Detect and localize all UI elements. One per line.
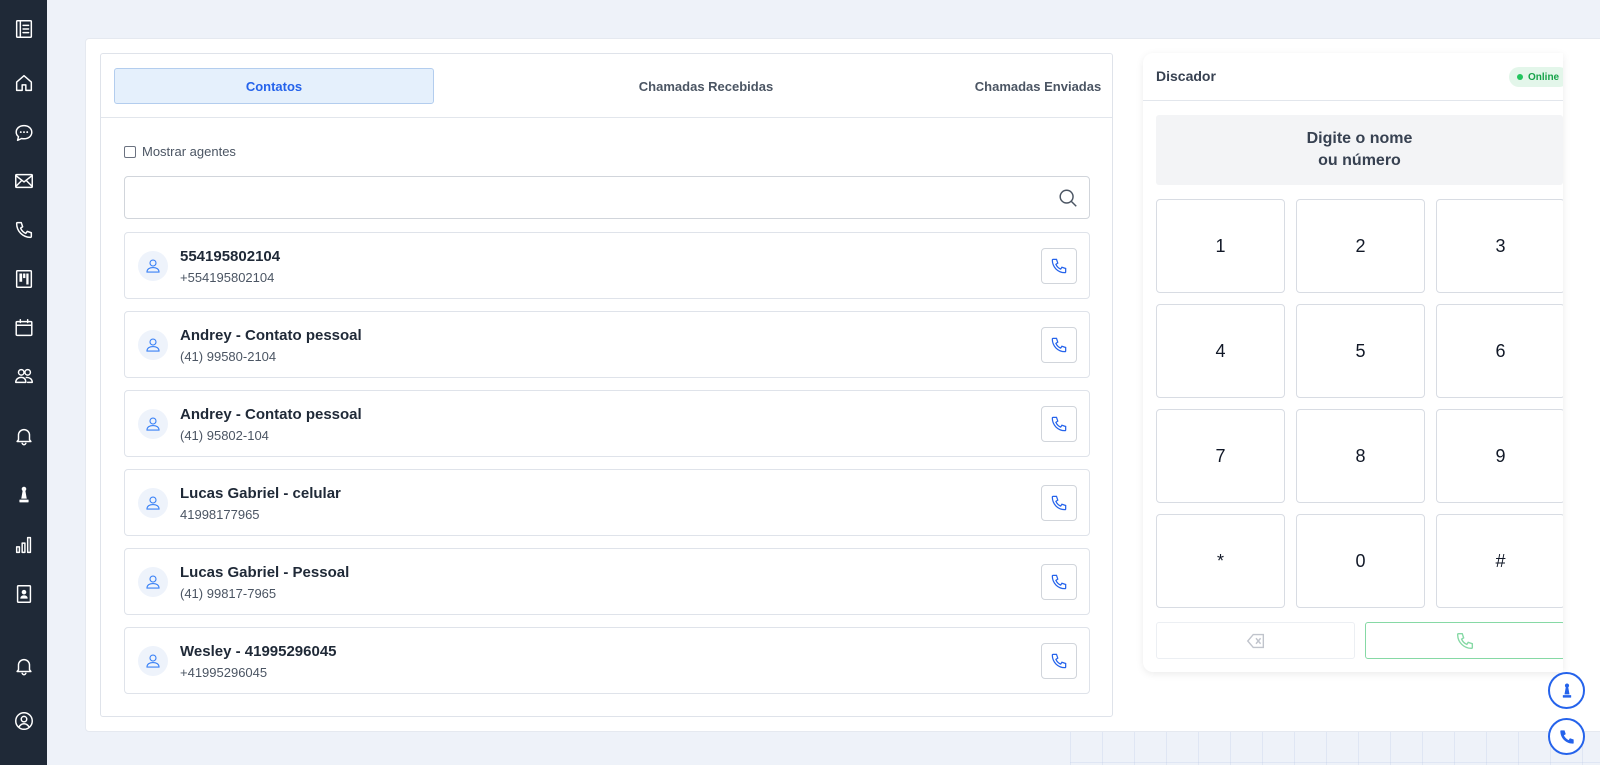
backspace-icon [1246, 633, 1264, 648]
search-box [124, 176, 1090, 219]
pawn-icon[interactable] [12, 483, 36, 507]
calendar-icon[interactable] [12, 316, 36, 340]
user-icon [146, 654, 160, 668]
online-dot-icon [1517, 74, 1523, 80]
phone-icon [1456, 632, 1474, 649]
contact-item[interactable]: Andrey - Contato pessoal (41) 95802-104 [124, 390, 1090, 457]
mail-icon[interactable] [12, 169, 36, 193]
dial-key-1[interactable]: 1 [1156, 199, 1285, 293]
tab-chamadas-recebidas[interactable]: Chamadas Recebidas [546, 68, 866, 104]
backspace-button[interactable] [1156, 622, 1355, 659]
phone-icon [1051, 495, 1067, 511]
search-icon[interactable] [1057, 187, 1079, 209]
status-badge: Online [1509, 67, 1563, 87]
user-icon [146, 259, 160, 273]
call-button[interactable] [1041, 643, 1077, 679]
dialer-title: Discador [1156, 68, 1216, 84]
dial-key-7[interactable]: 7 [1156, 409, 1285, 503]
sidebar [0, 0, 47, 765]
call-button[interactable] [1041, 485, 1077, 521]
dial-key-0[interactable]: 0 [1296, 514, 1425, 608]
contact-name: Lucas Gabriel - Pessoal [180, 564, 350, 581]
avatar [138, 488, 168, 518]
contact-book-icon[interactable] [12, 582, 36, 606]
user-icon [146, 338, 160, 352]
contact-number: +554195802104 [180, 270, 275, 285]
show-agents-label: Mostrar agentes [142, 144, 236, 159]
dial-key-4[interactable]: 4 [1156, 304, 1285, 398]
contact-name: Lucas Gabriel - celular [180, 485, 341, 502]
contact-item[interactable]: Wesley - 41995296045 +41995296045 [124, 627, 1090, 694]
kanban-icon[interactable] [12, 267, 36, 291]
contact-name: Andrey - Contato pessoal [180, 327, 362, 344]
contact-number: 41998177965 [180, 507, 260, 522]
contact-name: Wesley - 41995296045 [180, 643, 337, 660]
dial-key-hash[interactable]: # [1436, 514, 1563, 608]
dial-key-5[interactable]: 5 [1296, 304, 1425, 398]
dialer-header: Discador Online [1143, 53, 1563, 101]
contact-number: +41995296045 [180, 665, 268, 680]
call-button[interactable] [1041, 327, 1077, 363]
status-text: Online [1528, 71, 1560, 83]
pawn-icon [1562, 683, 1571, 698]
floating-phone-button[interactable] [1548, 718, 1585, 755]
dial-key-star[interactable]: * [1156, 514, 1285, 608]
dial-key-2[interactable]: 2 [1296, 199, 1425, 293]
bell-icon[interactable] [12, 424, 36, 448]
dial-key-6[interactable]: 6 [1436, 304, 1563, 398]
contact-number: (41) 99580-2104 [180, 349, 277, 364]
users-icon[interactable] [12, 364, 36, 388]
tab-contatos[interactable]: Contatos [114, 68, 434, 104]
call-button[interactable] [1041, 406, 1077, 442]
phone-icon [1051, 574, 1067, 590]
show-agents-checkbox[interactable] [124, 145, 136, 158]
call-button[interactable] [1041, 248, 1077, 284]
bell-icon[interactable] [12, 654, 36, 678]
contacts-panel: Contatos Chamadas Recebidas Chamadas Env… [100, 53, 1113, 717]
avatar [138, 567, 168, 597]
contact-number: (41) 95802-104 [180, 428, 269, 443]
dial-display[interactable]: Digite o nome ou número [1156, 115, 1563, 185]
phone-icon [1559, 729, 1574, 744]
dial-key-8[interactable]: 8 [1296, 409, 1425, 503]
phone-icon [1051, 258, 1067, 274]
avatar [138, 646, 168, 676]
menu-list-icon[interactable] [12, 17, 36, 41]
tab-bar: Contatos Chamadas Recebidas Chamadas Env… [101, 54, 1112, 118]
avatar [138, 330, 168, 360]
user-icon [146, 496, 160, 510]
avatar [138, 409, 168, 439]
contact-item[interactable]: Lucas Gabriel - celular 41998177965 [124, 469, 1090, 536]
dialer-panel: Discador Online Digite o nome ou número … [1143, 53, 1563, 672]
dial-call-button[interactable] [1365, 622, 1563, 659]
contact-name: Andrey - Contato pessoal [180, 406, 362, 423]
show-agents-toggle[interactable]: Mostrar agentes [124, 144, 236, 159]
home-icon[interactable] [12, 71, 36, 95]
contact-name: 554195802104 [180, 248, 281, 265]
call-button[interactable] [1041, 564, 1077, 600]
phone-icon [1051, 416, 1067, 432]
floating-pawn-button[interactable] [1548, 672, 1585, 709]
avatar [138, 251, 168, 281]
search-input[interactable] [137, 187, 1017, 209]
dial-key-9[interactable]: 9 [1436, 409, 1563, 503]
contact-item[interactable]: Lucas Gabriel - Pessoal (41) 99817-7965 [124, 548, 1090, 615]
chat-icon[interactable] [12, 121, 36, 145]
contact-number: (41) 99817-7965 [180, 586, 277, 601]
user-icon [146, 575, 160, 589]
phone-icon[interactable] [12, 218, 36, 242]
contact-item[interactable]: Andrey - Contato pessoal (41) 99580-2104 [124, 311, 1090, 378]
dial-key-3[interactable]: 3 [1436, 199, 1563, 293]
user-icon [146, 417, 160, 431]
bar-chart-icon[interactable] [12, 533, 36, 557]
user-circle-icon[interactable] [12, 709, 36, 733]
contact-item[interactable]: 554195802104 +554195802104 [124, 232, 1090, 299]
phone-icon [1051, 653, 1067, 669]
phone-icon [1051, 337, 1067, 353]
